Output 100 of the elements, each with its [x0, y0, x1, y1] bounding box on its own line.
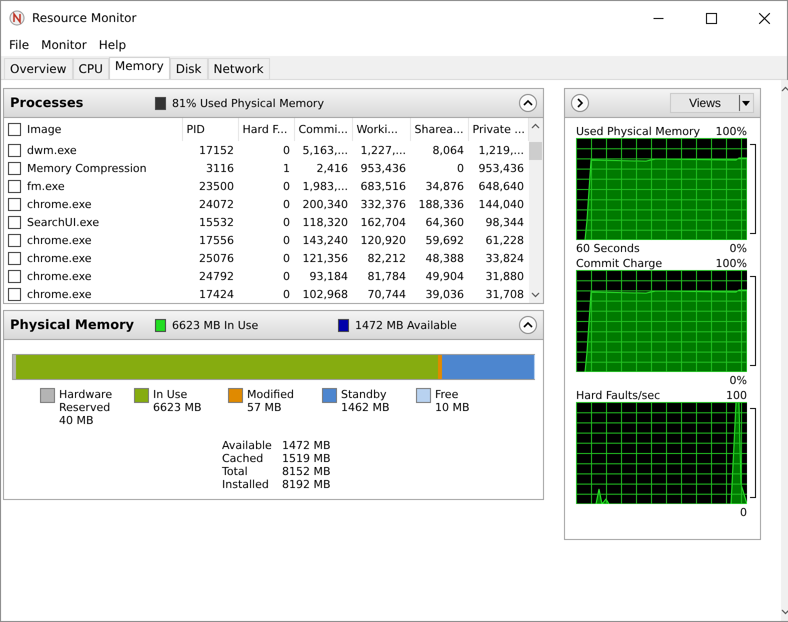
tab[interactable]: CPU [72, 58, 109, 79]
tab[interactable]: Network [208, 58, 270, 79]
column-header[interactable]: Worki... [352, 118, 410, 142]
legend-label: In Use [153, 388, 188, 401]
window-title: Resource Monitor [32, 11, 138, 25]
menu-item[interactable]: Help [92, 38, 132, 52]
scroll-down-icon[interactable] [781, 609, 788, 615]
panel-title: Physical Memory [10, 318, 136, 332]
legend-swatch [338, 318, 349, 332]
legend-value: 6623 MB [153, 401, 203, 414]
scrollbar[interactable] [528, 118, 543, 303]
table-cell-text: 121,356 [302, 250, 349, 267]
chevron-up-icon[interactable] [523, 321, 533, 329]
axis-label: 100% [716, 125, 747, 138]
table-cell-text: 953,436 [478, 160, 525, 177]
total-label: Total [222, 465, 249, 478]
table-cell: 17152 [182, 141, 238, 160]
table-cell-text: 0 [282, 286, 291, 302]
maximize-icon[interactable] [706, 12, 716, 24]
table-cell: dwm.exe [27, 144, 77, 157]
close-icon[interactable] [758, 12, 770, 24]
table-cell: chrome.exe [27, 288, 92, 300]
table-cell-text: 98,344 [484, 214, 525, 231]
table-cell: chrome.exe [27, 252, 92, 265]
table-cell: chrome.exe [27, 270, 92, 283]
table-cell-text: 31,880 [484, 268, 525, 285]
select-all-checkbox[interactable] [8, 123, 21, 136]
column-header[interactable]: PID [182, 118, 238, 142]
caret-icon[interactable] [739, 95, 753, 111]
table-cell-text: 24792 [198, 268, 235, 285]
expand-button[interactable] [571, 94, 589, 112]
panel-header[interactable]: Processes 81% Used Physical Memory [4, 89, 543, 118]
column-header[interactable]: Sharea... [410, 118, 468, 142]
views-button[interactable]: Views [670, 93, 754, 113]
legend-value: 40 MB [59, 414, 95, 427]
table-cell-text: 23500 [198, 178, 235, 195]
scroll-thumb[interactable] [529, 142, 542, 160]
graph-title: Hard Faults/sec [576, 389, 660, 402]
row-checkbox[interactable] [8, 270, 21, 283]
table-cell-text: 24072 [198, 196, 235, 213]
table-cell: 8,064 [410, 141, 468, 160]
tab[interactable]: Disk [170, 58, 208, 79]
column-header[interactable]: Private ... [468, 118, 528, 142]
scroll-down-icon[interactable] [531, 292, 540, 298]
row-checkbox[interactable] [8, 288, 21, 300]
table-cell-text: 49,904 [424, 268, 465, 285]
chevron-up-icon[interactable] [523, 99, 533, 107]
column-header[interactable]: Hard F... [238, 118, 294, 142]
table-cell-text: 81,784 [366, 268, 407, 285]
chevron-right-icon[interactable] [576, 98, 584, 108]
axis-label: 0% [730, 374, 747, 387]
panel-header[interactable]: Physical Memory 6623 MB In Use 1472 MB Available [4, 311, 543, 340]
table-cell-text: 61,228 [484, 232, 525, 249]
column-header[interactable]: Commi... [294, 118, 352, 142]
table-cell-text: 332,376 [360, 196, 407, 213]
legend-value: 57 MB [247, 401, 283, 414]
table-cell-text: 17424 [198, 286, 235, 302]
axis-label: 100% [716, 257, 747, 270]
total-label: Cached [222, 452, 264, 465]
table-cell: 5,163,... [294, 141, 352, 160]
legend-swatch [155, 96, 166, 110]
total-label: Installed [222, 478, 270, 491]
scroll-up-icon[interactable] [531, 123, 540, 129]
table-cell-text: 17556 [198, 232, 235, 249]
row-checkbox[interactable] [8, 144, 21, 157]
table-cell-text: 162,704 [360, 214, 407, 231]
legend-label: Hardware Reserved [59, 388, 114, 414]
app-icon [9, 10, 25, 26]
table-cell-text: 120,920 [360, 232, 407, 249]
table-cell-text: 648,640 [478, 178, 525, 195]
total-value: 8192 MB [282, 478, 332, 491]
table-cell-text: 0 [282, 268, 291, 285]
row-checkbox[interactable] [8, 234, 21, 247]
row-checkbox[interactable] [8, 162, 21, 175]
column-header[interactable]: Image [27, 123, 62, 136]
graph-title: Commit Charge [576, 257, 662, 270]
table-cell-text: 144,040 [478, 196, 525, 213]
table-cell: fm.exe [27, 180, 65, 193]
menu-item[interactable]: Monitor [35, 38, 93, 52]
table-cell-text: 64,360 [424, 214, 465, 231]
row-checkbox[interactable] [8, 180, 21, 193]
scroll-up-icon[interactable] [781, 86, 788, 92]
table-cell: SearchUI.exe [27, 216, 100, 229]
time-label: 60 Seconds [576, 242, 640, 255]
table-cell-text: 2,416 [316, 160, 349, 177]
tab[interactable]: Memory [108, 57, 170, 79]
table-cell: 0 [238, 141, 294, 160]
row-checkbox[interactable] [8, 252, 21, 265]
table-cell-text: 48,388 [424, 250, 465, 267]
scrollbar[interactable] [781, 80, 788, 621]
legend-label: Standby [341, 388, 388, 401]
axis-label: 100 [726, 389, 747, 402]
collapse-button[interactable] [519, 316, 537, 334]
row-checkbox[interactable] [8, 216, 21, 229]
menu-item[interactable]: File [3, 38, 36, 52]
collapse-button[interactable] [519, 94, 537, 112]
tab[interactable]: Overview [4, 58, 72, 79]
row-checkbox[interactable] [8, 198, 21, 211]
table-cell-text: 25076 [198, 250, 235, 267]
table-cell-text: 200,340 [302, 196, 349, 213]
